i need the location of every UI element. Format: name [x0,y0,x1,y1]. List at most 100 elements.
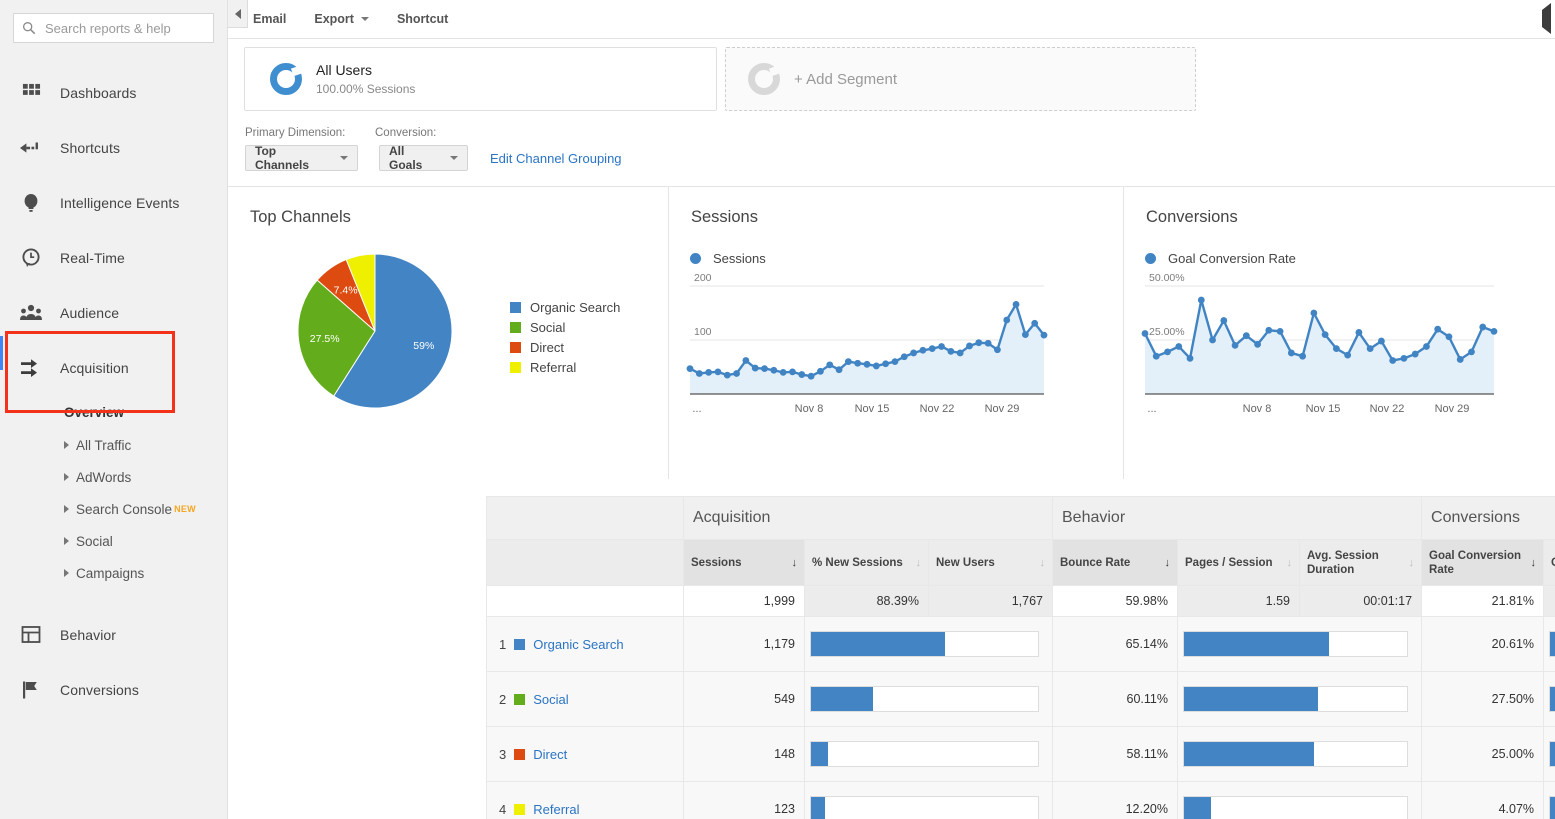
sidebar-item-acquisition[interactable]: Acquisition [0,340,227,395]
chart-data-point[interactable] [864,361,871,368]
table-row[interactable]: 1Organic Search1,17965.14%20.61% [487,617,1555,672]
pie-legend-item[interactable]: Direct [510,337,620,357]
chart-data-point[interactable] [957,350,964,357]
chart-data-point[interactable] [687,365,694,372]
chart-data-point[interactable] [761,365,768,372]
column-header-pages-per-session[interactable]: Pages / Session↓ [1178,540,1300,586]
sessions-chart[interactable]: 200100...Nov 8Nov 15Nov 22Nov 29 [669,266,1124,441]
chart-data-point[interactable] [994,346,1001,353]
column-header-goal-conversion-rate[interactable]: Goal Conversion Rate↓ [1422,540,1544,586]
sidebar-item-audience[interactable]: Audience [0,285,227,340]
chart-data-point[interactable] [715,368,722,375]
chart-data-point[interactable] [696,370,703,377]
chart-data-point[interactable] [798,371,805,378]
chart-data-point[interactable] [1022,331,1029,338]
chart-data-point[interactable] [1265,327,1272,334]
chart-data-point[interactable] [1367,345,1374,352]
chart-data-point[interactable] [1198,297,1205,304]
chart-data-point[interactable] [873,363,880,370]
column-header-sessions[interactable]: Sessions↓ [684,540,805,586]
chart-data-point[interactable] [826,361,833,368]
chart-data-point[interactable] [1187,355,1194,362]
chart-data-point[interactable] [1164,348,1171,355]
chart-data-point[interactable] [985,340,992,347]
table-row[interactable]: 2Social54960.11%27.50% [487,672,1555,727]
chart-data-point[interactable] [1479,324,1486,331]
chart-data-point[interactable] [1333,345,1340,352]
chart-data-point[interactable] [1446,333,1453,340]
chart-data-point[interactable] [836,366,843,373]
chart-data-point[interactable] [1344,352,1351,359]
pie-legend-item[interactable]: Social [510,317,620,337]
channel-link[interactable]: Direct [533,747,567,762]
chart-data-point[interactable] [1378,338,1385,345]
chart-data-point[interactable] [1412,351,1419,358]
chart-data-point[interactable] [1423,343,1430,350]
sidebar-subitem-search-console[interactable]: Search Console NEW [0,493,227,525]
column-header-bounce-rate[interactable]: Bounce Rate↓ [1053,540,1178,586]
sidebar-subitem-all-traffic[interactable]: All Traffic [0,429,227,461]
chart-data-point[interactable] [1356,329,1363,336]
sidebar-subitem-social[interactable]: Social [0,525,227,557]
chart-data-point[interactable] [1457,356,1464,363]
sidebar-item-intelligence-events[interactable]: Intelligence Events [0,175,227,230]
panel-collapse-button[interactable] [1542,10,1551,28]
chart-data-point[interactable] [1288,350,1295,357]
sidebar-subitem-campaigns[interactable]: Campaigns [0,557,227,589]
segment-all-users[interactable]: All Users 100.00% Sessions [244,47,717,111]
column-header-goal-completions[interactable]: Goal Completions↓ [1544,540,1555,586]
shortcut-button[interactable]: Shortcut [397,12,448,26]
chart-data-point[interactable] [919,347,926,354]
column-header-avg-session-duration[interactable]: Avg. Session Duration↓ [1300,540,1422,586]
sidebar-item-shortcuts[interactable]: Shortcuts [0,120,227,175]
chart-data-point[interactable] [854,360,861,367]
chart-data-point[interactable] [1401,355,1408,362]
chart-data-point[interactable] [770,367,777,374]
chart-data-point[interactable] [1299,353,1306,360]
column-header-new-sessions-pct[interactable]: % New Sessions↓ [805,540,929,586]
edit-channel-grouping-link[interactable]: Edit Channel Grouping [490,151,622,166]
chart-data-point[interactable] [1491,328,1498,335]
channel-link[interactable]: Organic Search [533,637,623,652]
sidebar-item-dashboards[interactable]: Dashboards [0,65,227,120]
add-segment-button[interactable]: + Add Segment [725,47,1196,111]
chart-data-point[interactable] [947,348,954,355]
primary-dimension-select[interactable]: Top Channels [245,145,358,171]
sidebar-item-behavior[interactable]: Behavior [0,607,227,662]
chart-data-point[interactable] [1434,326,1441,333]
email-button[interactable]: Email [253,12,286,26]
chart-data-point[interactable] [1142,330,1149,337]
sidebar-item-real-time[interactable]: Real-Time [0,230,227,285]
chart-data-point[interactable] [1254,341,1261,348]
chart-data-point[interactable] [808,373,815,380]
chart-data-point[interactable] [1220,317,1227,324]
table-row[interactable]: 4Referral12312.20%4.07% [487,782,1555,819]
chart-data-point[interactable] [1175,343,1182,350]
chart-data-point[interactable] [1243,332,1250,339]
chart-data-point[interactable] [742,357,749,364]
chart-data-point[interactable] [1310,310,1317,317]
chart-data-point[interactable] [780,369,787,376]
sidebar-collapse-button[interactable] [228,0,248,28]
chart-data-point[interactable] [892,358,899,365]
chart-data-point[interactable] [929,345,936,352]
chart-data-point[interactable] [1322,331,1329,338]
chart-data-point[interactable] [1003,317,1010,324]
chart-data-point[interactable] [845,358,852,365]
column-header-new-users[interactable]: New Users↓ [929,540,1053,586]
chart-data-point[interactable] [1232,342,1239,349]
sidebar-subitem-adwords[interactable]: AdWords [0,461,227,493]
chart-data-point[interactable] [966,343,973,350]
pie-legend-item[interactable]: Organic Search [510,297,620,317]
search-input-wrap[interactable] [13,13,214,43]
sidebar-subitem-overview[interactable]: Overview [0,395,227,429]
chart-data-point[interactable] [789,368,796,375]
chart-data-point[interactable] [901,353,908,360]
chart-data-point[interactable] [975,339,982,346]
chart-data-point[interactable] [910,350,917,357]
channel-link[interactable]: Referral [533,802,579,817]
search-input[interactable] [43,20,205,37]
chart-data-point[interactable] [1031,320,1038,327]
table-row[interactable]: 3Direct14858.11%25.00% [487,727,1555,782]
chart-data-point[interactable] [1277,328,1284,335]
